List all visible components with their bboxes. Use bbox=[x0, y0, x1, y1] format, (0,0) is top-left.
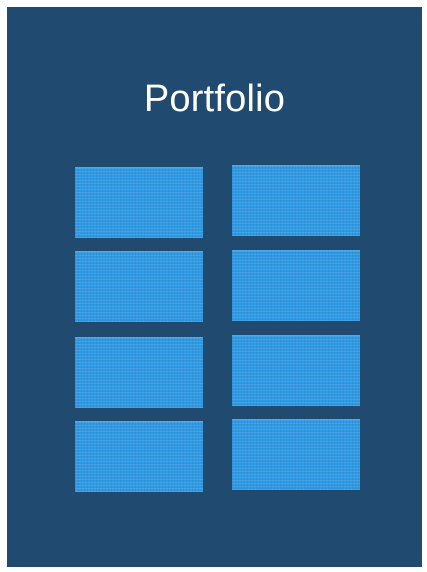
portfolio-tile-5[interactable] bbox=[75, 337, 203, 408]
portfolio-tile-1[interactable] bbox=[75, 167, 203, 238]
portfolio-tile-8[interactable] bbox=[232, 419, 360, 490]
portfolio-tile-4[interactable] bbox=[232, 250, 360, 321]
portfolio-tile-2[interactable] bbox=[232, 165, 360, 236]
page-title: Portfolio bbox=[143, 78, 286, 120]
portfolio-tile-6[interactable] bbox=[232, 335, 360, 406]
portfolio-tile-3[interactable] bbox=[75, 251, 203, 322]
portfolio-tile-7[interactable] bbox=[75, 421, 203, 492]
portfolio-slide: Portfolio bbox=[7, 7, 422, 567]
